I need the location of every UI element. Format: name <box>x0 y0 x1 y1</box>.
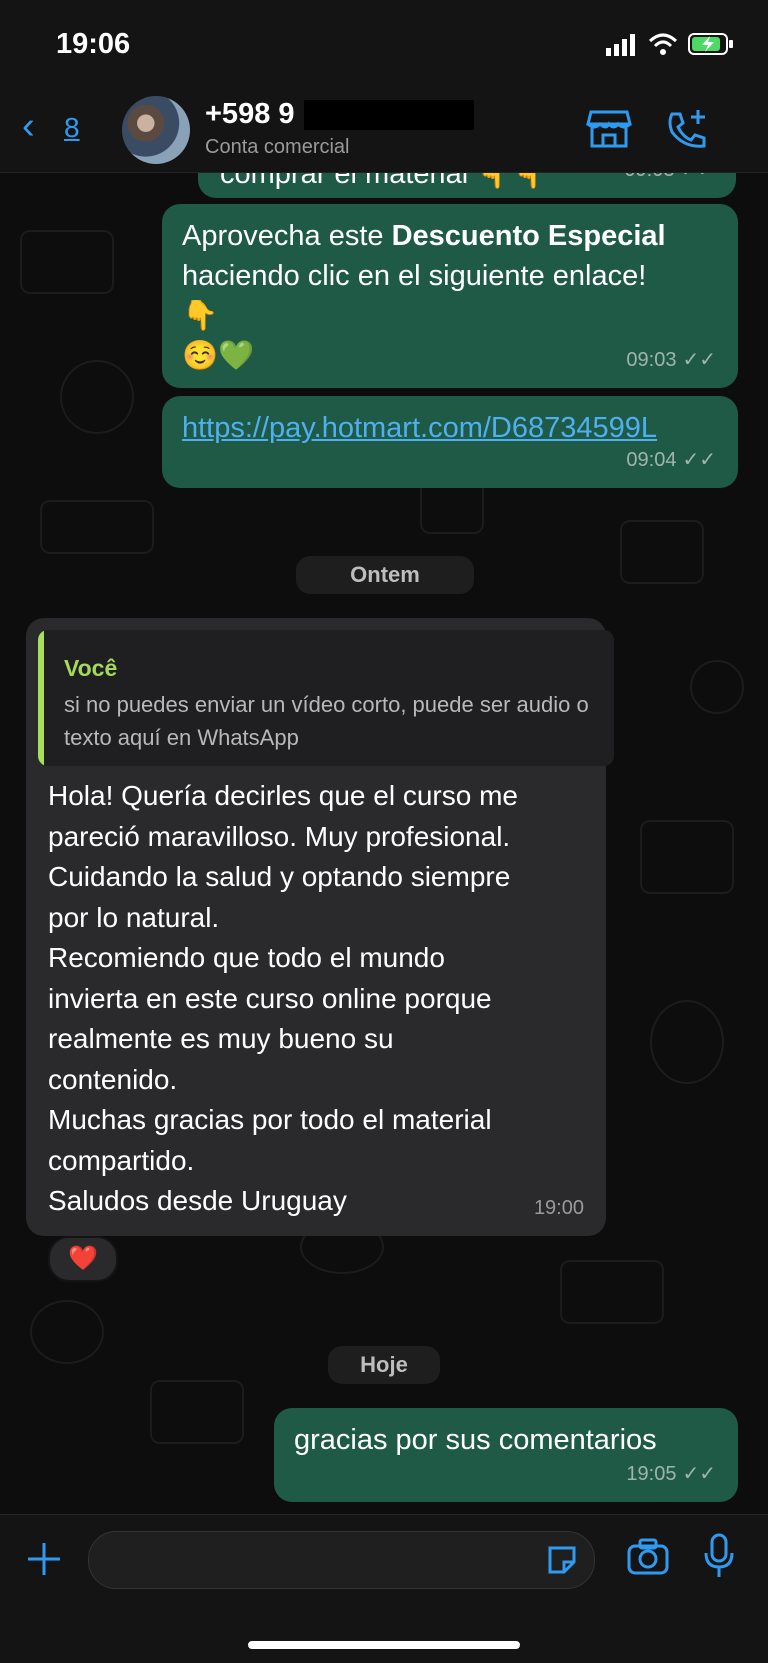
date-separator: Hoje <box>328 1346 440 1384</box>
back-chevron-icon[interactable]: ‹ <box>22 106 35 146</box>
add-call-icon[interactable] <box>664 106 710 152</box>
plus-icon[interactable] <box>24 1539 64 1579</box>
message-bubble-link[interactable]: https://pay.hotmart.com/D68734599L 09:04… <box>162 396 738 488</box>
message-composer <box>0 1514 768 1663</box>
message-time: 09:03✓✓ <box>626 349 716 371</box>
sticker-icon[interactable] <box>544 1542 580 1578</box>
quote-author: Você <box>64 655 118 681</box>
heart-reaction[interactable]: ❤️ <box>48 1236 118 1282</box>
message-input[interactable] <box>88 1531 595 1589</box>
microphone-icon[interactable] <box>702 1533 736 1579</box>
home-indicator <box>248 1641 520 1649</box>
cellular-signal-icon <box>606 34 635 56</box>
chat-header: ‹ 8 +598 9 Conta comercial <box>0 88 768 173</box>
date-separator: Ontem <box>296 556 474 594</box>
unread-count-link[interactable]: 8 <box>64 112 80 144</box>
wifi-icon <box>648 33 678 55</box>
read-ticks-icon: ✓✓ <box>682 1463 716 1485</box>
battery-charging-icon <box>688 33 733 55</box>
message-time: 09:04 ✓✓ <box>626 449 716 471</box>
payment-link[interactable]: https://pay.hotmart.com/D68734599L <box>182 408 657 448</box>
contact-subtitle: Conta comercial <box>205 136 350 158</box>
read-ticks-icon: ✓✓ <box>682 449 716 471</box>
message-text: Aprovecha este Descuento Especial hacien… <box>182 220 666 372</box>
message-bold-text: Descuento Especial <box>391 220 666 252</box>
quote-text: si no puedes enviar un vídeo corto, pued… <box>64 692 589 750</box>
quote-accent-bar <box>38 630 44 766</box>
quoted-message[interactable]: Você si no puedes enviar un vídeo corto,… <box>38 630 614 766</box>
message-text: gracias por sus comentarios <box>294 1424 657 1456</box>
status-time: 19:06 <box>56 28 131 60</box>
status-bar: 19:06 <box>0 0 768 88</box>
contact-avatar[interactable] <box>122 96 190 164</box>
message-bubble[interactable]: Aprovecha este Descuento Especial hacien… <box>162 204 738 388</box>
camera-icon[interactable] <box>626 1537 670 1577</box>
storefront-icon[interactable] <box>586 106 632 152</box>
message-text: Hola! Quería decirles que el curso me pa… <box>48 780 518 1216</box>
message-bubble[interactable]: gracias por sus comentarios 19:05 ✓✓ <box>274 1408 738 1502</box>
message-time: 19:05 ✓✓ <box>626 1463 716 1485</box>
message-bubble-incoming[interactable]: Você si no puedes enviar un vídeo corto,… <box>26 618 614 1236</box>
message-time: 19:00 <box>533 1197 584 1219</box>
read-ticks-icon: ✓✓ <box>682 349 716 371</box>
redaction-bar <box>304 100 474 130</box>
contact-name[interactable]: +598 9 <box>205 98 295 131</box>
